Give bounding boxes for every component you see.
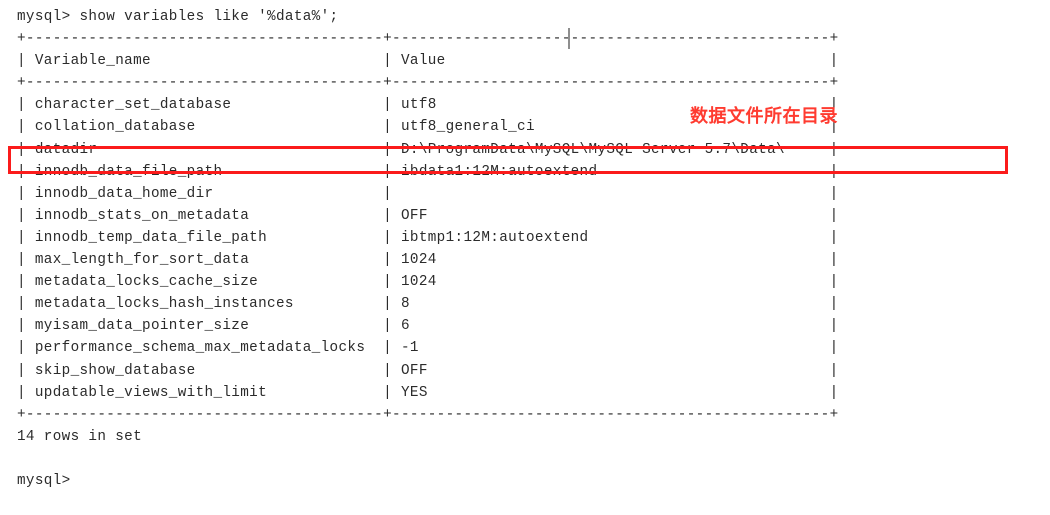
mysql-console[interactable]: mysql> show variables like '%data%'; +--… xyxy=(0,0,1050,515)
console-output: mysql> show variables like '%data%'; +--… xyxy=(17,9,839,489)
datadir-annotation-label: 数据文件所在目录 xyxy=(690,106,838,127)
text-caret-artifact xyxy=(568,28,570,49)
